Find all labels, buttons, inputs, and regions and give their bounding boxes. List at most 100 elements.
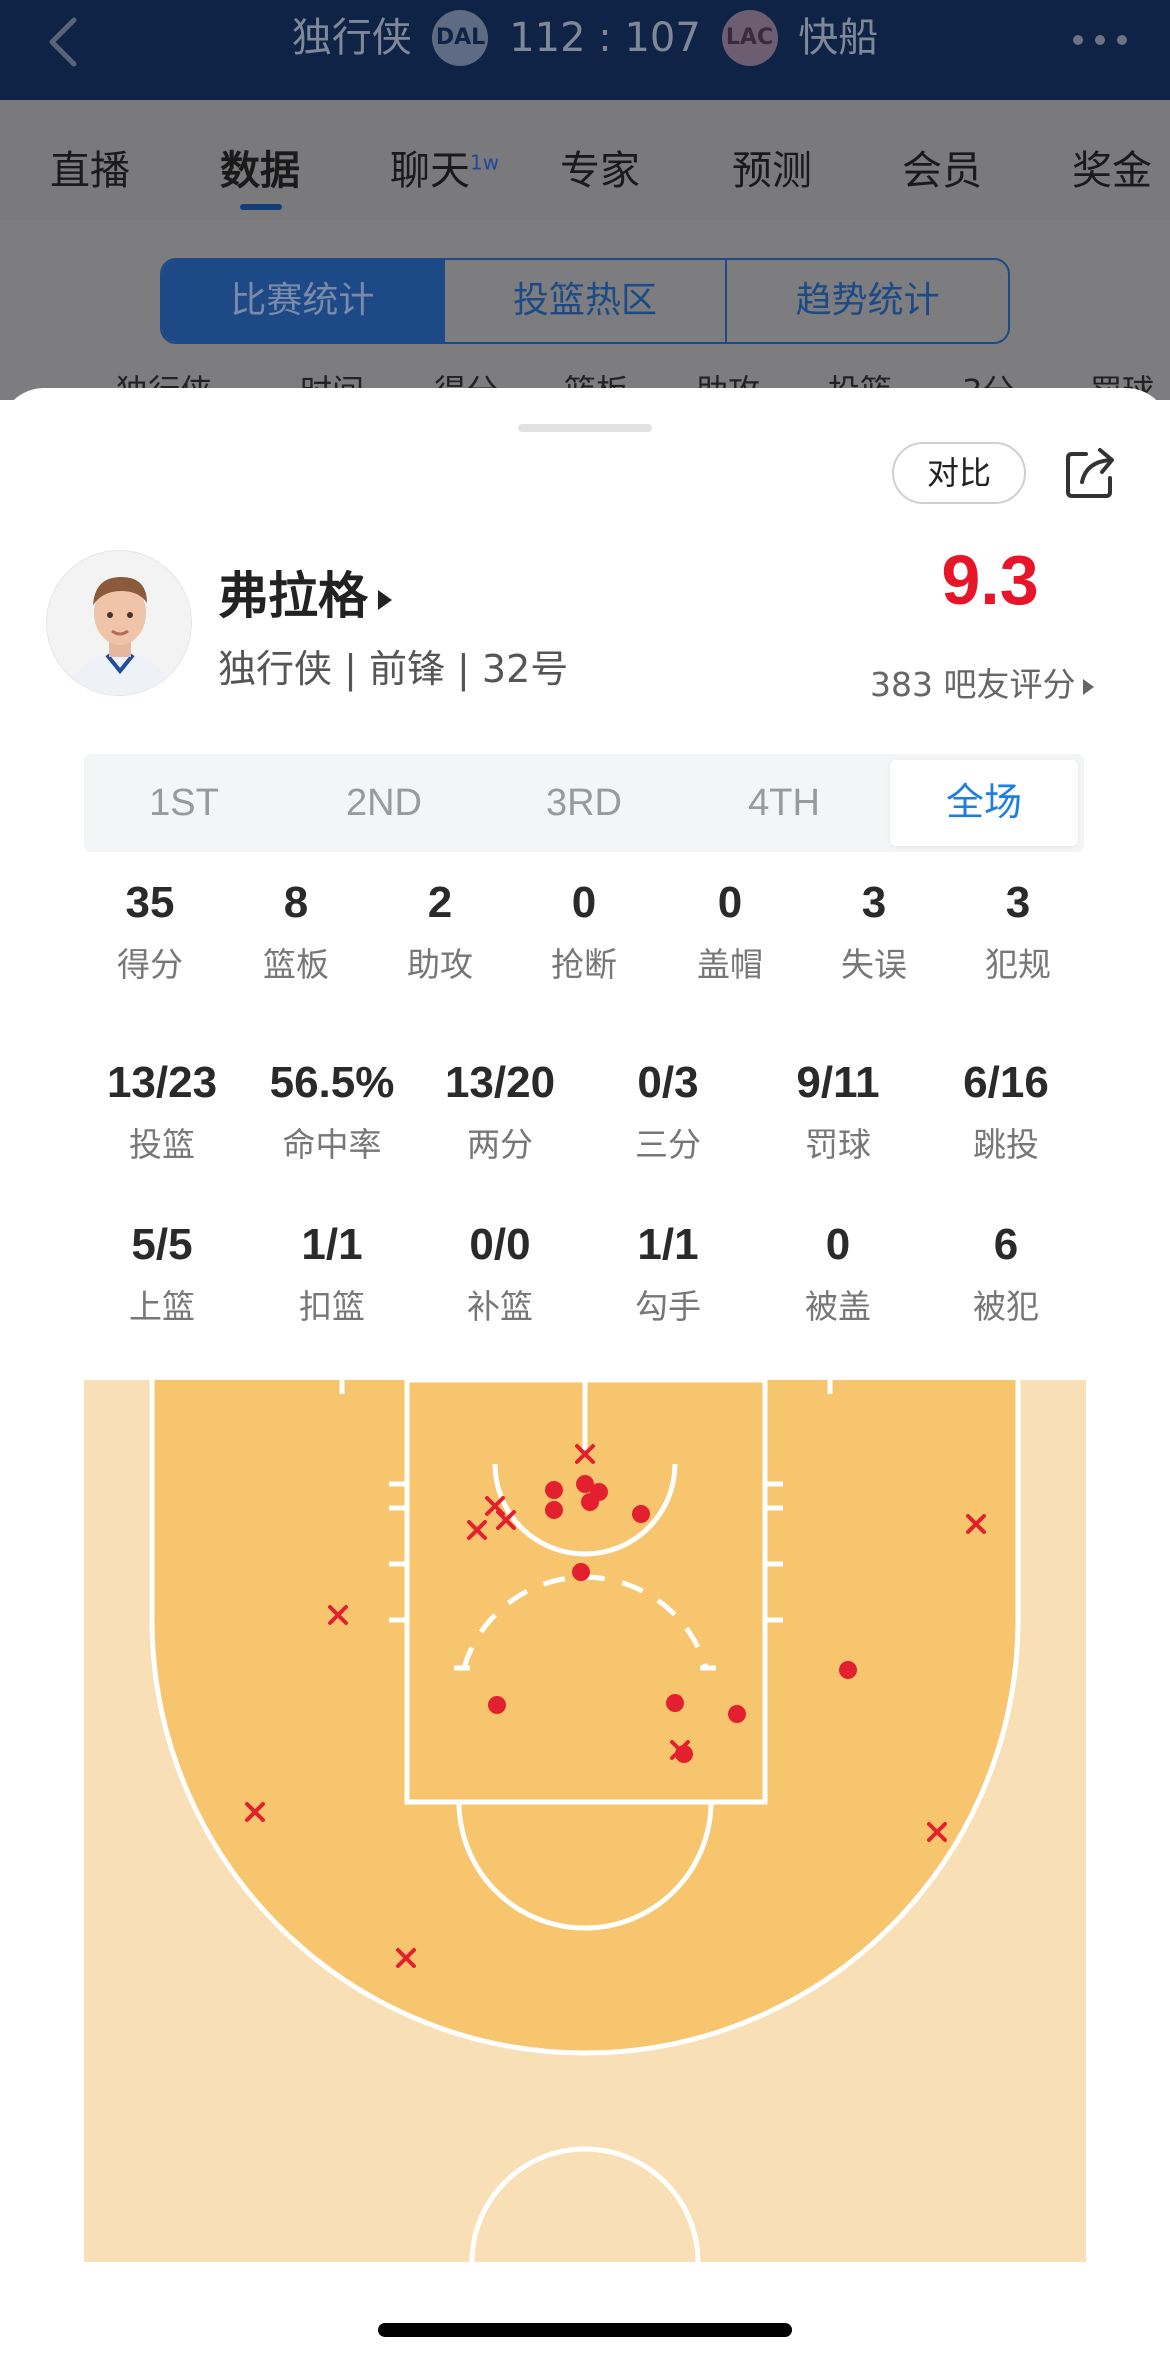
compare-button[interactable]: 对比 [892,442,1026,504]
period-tab-3rd[interactable]: 3RD [490,754,678,852]
stat-steals: 0 抢断 [524,878,644,986]
segment-shot-zones[interactable]: 投篮热区 [445,260,728,342]
stat-putback: 0/0 补篮 [420,1220,580,1328]
stat-fg-pct: 56.5% 命中率 [248,1058,416,1166]
stat-label: 得分 [117,945,183,984]
stat-value: 8 [283,878,309,927]
stat-value: 6 [993,1220,1019,1269]
stat-value: 1/1 [637,1220,699,1269]
shot-made [545,1501,563,1519]
shot-made [545,1481,563,1499]
stat-fouls: 3 犯规 [958,878,1078,986]
shot-made [581,1493,599,1511]
player-rating: 9.3 [941,541,1039,619]
player-avatar[interactable] [46,550,192,696]
fan-rating-count: 383 吧友评分 [870,665,1076,704]
stat-2pt: 13/20 两分 [420,1058,580,1166]
period-tab-4th[interactable]: 4TH [690,754,878,852]
tab-member[interactable]: 会员 [902,138,982,196]
stat-label: 助攻 [407,945,473,984]
stat-label: 勾手 [635,1287,701,1326]
stat-label: 扣篮 [299,1287,365,1326]
tab-data[interactable]: 数据 [220,138,300,196]
stat-ft: 9/11 罚球 [758,1058,918,1166]
stat-label: 投篮 [129,1125,195,1164]
away-team-name: 快船 [798,15,879,61]
stat-label: 两分 [467,1125,533,1164]
stat-3pt: 0/3 三分 [588,1058,748,1166]
stat-value: 13/20 [444,1058,556,1107]
stat-value: 3 [1005,878,1031,927]
segment-trend-stats[interactable]: 趋势统计 [727,260,1008,342]
chevron-right-icon [1083,678,1095,695]
stat-blocked: 0 被盖 [758,1220,918,1328]
stat-label: 被犯 [973,1287,1039,1326]
stat-label: 失误 [841,945,907,984]
home-team-logo: DAL [432,10,489,66]
stat-label: 抢断 [551,945,617,984]
segment-game-stats[interactable]: 比赛统计 [162,260,445,342]
stat-value: 2 [427,878,453,927]
stat-label: 命中率 [282,1125,382,1164]
stat-value: 9/11 [796,1058,880,1107]
stat-layup: 5/5 上篮 [82,1220,242,1328]
stat-turnovers: 3 失误 [814,878,934,986]
stat-label: 被盖 [805,1287,871,1326]
stat-value: 13/23 [106,1058,218,1107]
tab-chat[interactable]: 聊天1w [390,138,499,196]
stat-label: 罚球 [805,1125,871,1164]
shot-made [572,1563,590,1581]
stat-dunk: 1/1 扣篮 [252,1220,412,1328]
stat-fouled: 6 被犯 [926,1220,1086,1328]
stat-points: 35 得分 [90,878,210,986]
main-tab-bar: 直播 数据 聊天1w 专家 预测 会员 奖金 [0,100,1170,220]
stat-hook: 1/1 勾手 [588,1220,748,1328]
shot-made [632,1505,650,1523]
stat-rebounds: 8 篮板 [236,878,356,986]
stat-label: 上篮 [129,1287,195,1326]
player-info: 独行侠 | 前锋 | 32号 [218,647,569,691]
active-tab-indicator [240,204,282,210]
stat-label: 三分 [635,1125,701,1164]
tab-predict[interactable]: 预测 [732,138,812,196]
score-title: 独行侠 DAL 112 : 107 LAC 快船 [0,10,1170,66]
stat-assists: 2 助攻 [380,878,500,986]
shot-made [728,1705,746,1723]
home-indicator [378,2323,792,2337]
sheet-drag-handle[interactable] [518,424,652,432]
player-detail-arrow-icon [378,589,392,610]
stat-value: 0 [571,878,597,927]
stat-value: 0/3 [637,1058,699,1107]
stat-value: 0 [717,878,743,927]
stat-value: 6/16 [963,1058,1049,1107]
more-dots-icon[interactable] [1070,32,1130,48]
stat-value: 35 [125,878,175,927]
stat-jumpshot: 6/16 跳投 [926,1058,1086,1166]
shot-made [488,1696,506,1714]
stat-label: 跳投 [973,1125,1039,1164]
stat-label: 盖帽 [697,945,763,984]
shot-chart-court [84,1380,1086,2262]
period-tab-1st[interactable]: 1ST [90,754,278,852]
player-name-text: 弗拉格 [218,567,368,625]
player-name[interactable]: 弗拉格 [218,556,392,628]
tab-experts[interactable]: 专家 [560,138,640,196]
stat-value: 5/5 [131,1220,193,1269]
game-header: 独行侠 DAL 112 : 107 LAC 快船 [0,0,1170,100]
period-tab-2nd[interactable]: 2ND [290,754,478,852]
period-tab-full-game[interactable]: 全场 [890,760,1078,846]
shot-made [839,1661,857,1679]
tab-chat-label: 聊天 [390,148,470,194]
chat-count-badge: 1w [470,150,500,175]
stat-value: 1/1 [301,1220,363,1269]
stat-label: 犯规 [985,945,1051,984]
stat-fg: 13/23 投篮 [82,1058,242,1166]
fan-rating-link[interactable]: 383 吧友评分 [870,658,1095,706]
tab-bonus[interactable]: 奖金 [1072,138,1152,196]
tab-live[interactable]: 直播 [50,138,130,196]
away-team-logo: LAC [721,10,778,66]
stat-label: 补篮 [467,1287,533,1326]
stat-value: 0/0 [469,1220,531,1269]
shot-made [666,1694,684,1712]
share-icon[interactable] [1062,444,1120,502]
